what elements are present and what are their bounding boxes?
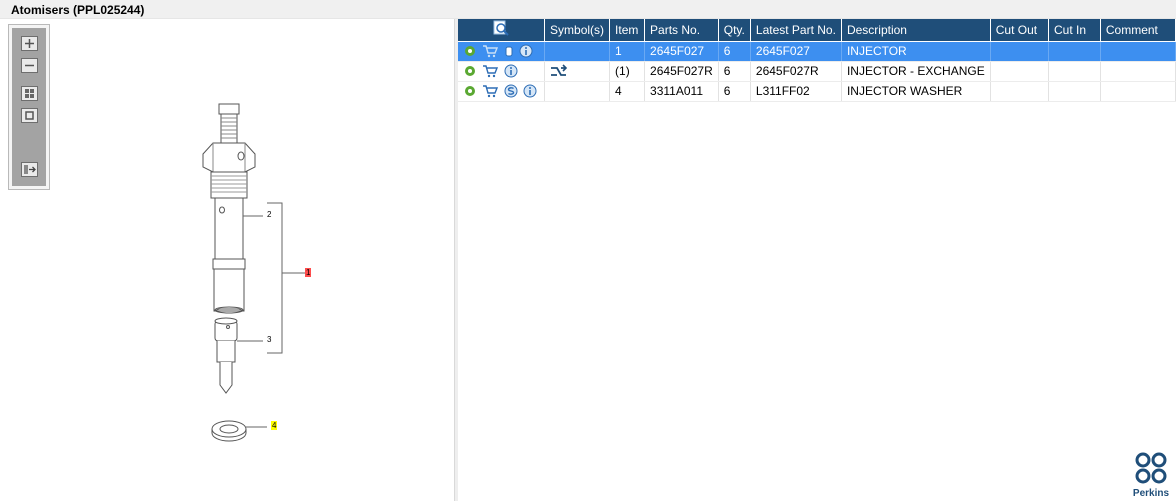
gear-icon[interactable] bbox=[463, 64, 477, 78]
part-no-cell: 2645F027R bbox=[644, 61, 719, 82]
comment-cell bbox=[1100, 41, 1176, 62]
fit-window-icon[interactable] bbox=[21, 108, 38, 123]
header-preview[interactable] bbox=[458, 19, 546, 42]
item-cell: 1 bbox=[609, 41, 646, 62]
table-header-row: Symbol(s) Item Parts No. Qty. Latest Par… bbox=[458, 19, 1176, 42]
symbol-cell bbox=[544, 41, 611, 62]
parts-grid: Symbol(s) Item Parts No. Qty. Latest Par… bbox=[458, 19, 1176, 501]
header-comment[interactable]: Comment bbox=[1100, 19, 1176, 42]
gear-icon[interactable] bbox=[463, 84, 477, 98]
fit-all-icon[interactable] bbox=[21, 86, 38, 101]
callout-2[interactable]: 2 bbox=[267, 210, 271, 219]
header-symbols[interactable]: Symbol(s) bbox=[544, 19, 611, 42]
callout-3[interactable]: 3 bbox=[267, 335, 271, 344]
perkins-logo-text: Perkins bbox=[1132, 488, 1170, 499]
latest-part-no-cell: 2645F027R bbox=[750, 61, 842, 82]
cut-in-cell bbox=[1048, 61, 1101, 82]
header-latest-part-no[interactable]: Latest Part No. bbox=[750, 19, 842, 42]
latest-part-no-cell: L311FF02 bbox=[750, 81, 842, 102]
header-description[interactable]: Description bbox=[841, 19, 991, 42]
cut-in-cell bbox=[1048, 81, 1101, 102]
cart-icon[interactable] bbox=[482, 64, 499, 78]
table-row[interactable]: 4 3311A011 6 L311FF02 INJECTOR WASHER bbox=[458, 81, 1176, 102]
part-no-cell: 2645F027 bbox=[644, 41, 719, 62]
qty-cell: 6 bbox=[718, 41, 751, 62]
comment-cell bbox=[1100, 61, 1176, 82]
symbol-cell bbox=[544, 81, 611, 102]
info-icon[interactable] bbox=[523, 84, 537, 98]
zoom-out-icon[interactable] bbox=[21, 58, 38, 73]
latest-part-no-cell: 2645F027 bbox=[750, 41, 842, 62]
header-item[interactable]: Item bbox=[609, 19, 646, 42]
row-actions bbox=[458, 61, 546, 82]
diagram-toolbox bbox=[8, 24, 50, 190]
header-cut-out[interactable]: Cut Out bbox=[990, 19, 1049, 42]
table-row[interactable]: 1 2645F027 6 2645F027 INJECTOR bbox=[458, 41, 1176, 62]
qty-cell: 6 bbox=[718, 61, 751, 82]
perkins-logo-icon bbox=[1135, 452, 1167, 484]
table-row[interactable]: (1) 2645F027R 6 2645F027R INJECTOR - EXC… bbox=[458, 61, 1176, 82]
header-qty[interactable]: Qty. bbox=[718, 19, 751, 42]
description-cell: INJECTOR - EXCHANGE bbox=[841, 61, 991, 82]
item-cell: 4 bbox=[609, 81, 646, 102]
callout-4[interactable]: 4 bbox=[271, 421, 278, 430]
qty-cell: 6 bbox=[718, 81, 751, 102]
injector-diagram bbox=[202, 103, 305, 442]
zoom-in-icon[interactable] bbox=[21, 36, 38, 51]
header-cut-in[interactable]: Cut In bbox=[1048, 19, 1101, 42]
symbol-cell bbox=[544, 61, 611, 82]
export-icon[interactable] bbox=[21, 162, 38, 177]
callout-1[interactable]: 1 bbox=[305, 268, 312, 277]
diagram-pane[interactable]: 2 1 3 4 bbox=[5, 19, 455, 501]
cart-icon[interactable] bbox=[482, 44, 499, 58]
cut-out-cell bbox=[990, 81, 1049, 102]
part-no-cell: 3311A011 bbox=[644, 81, 719, 102]
row-actions bbox=[458, 81, 546, 102]
cut-out-cell bbox=[990, 61, 1049, 82]
info-icon[interactable] bbox=[519, 44, 533, 58]
window-title: Atomisers (PPL025244) bbox=[0, 0, 1176, 19]
comment-cell bbox=[1100, 81, 1176, 102]
s-icon[interactable] bbox=[504, 84, 518, 98]
magnify-preview-icon[interactable] bbox=[493, 20, 509, 36]
cut-in-cell bbox=[1048, 41, 1101, 62]
perkins-logo: Perkins bbox=[1132, 451, 1170, 499]
cart-icon[interactable] bbox=[482, 84, 499, 98]
row-actions bbox=[458, 41, 546, 62]
exchange-symbol-icon bbox=[551, 64, 568, 76]
parts-table: Symbol(s) Item Parts No. Qty. Latest Par… bbox=[458, 19, 1176, 102]
hand-icon[interactable] bbox=[504, 44, 514, 58]
gear-icon[interactable] bbox=[463, 44, 477, 58]
cut-out-cell bbox=[990, 41, 1049, 62]
description-cell: INJECTOR WASHER bbox=[841, 81, 991, 102]
item-cell: (1) bbox=[609, 61, 646, 82]
description-cell: INJECTOR bbox=[841, 41, 991, 62]
header-parts-no[interactable]: Parts No. bbox=[644, 19, 719, 42]
info-icon[interactable] bbox=[504, 64, 518, 78]
